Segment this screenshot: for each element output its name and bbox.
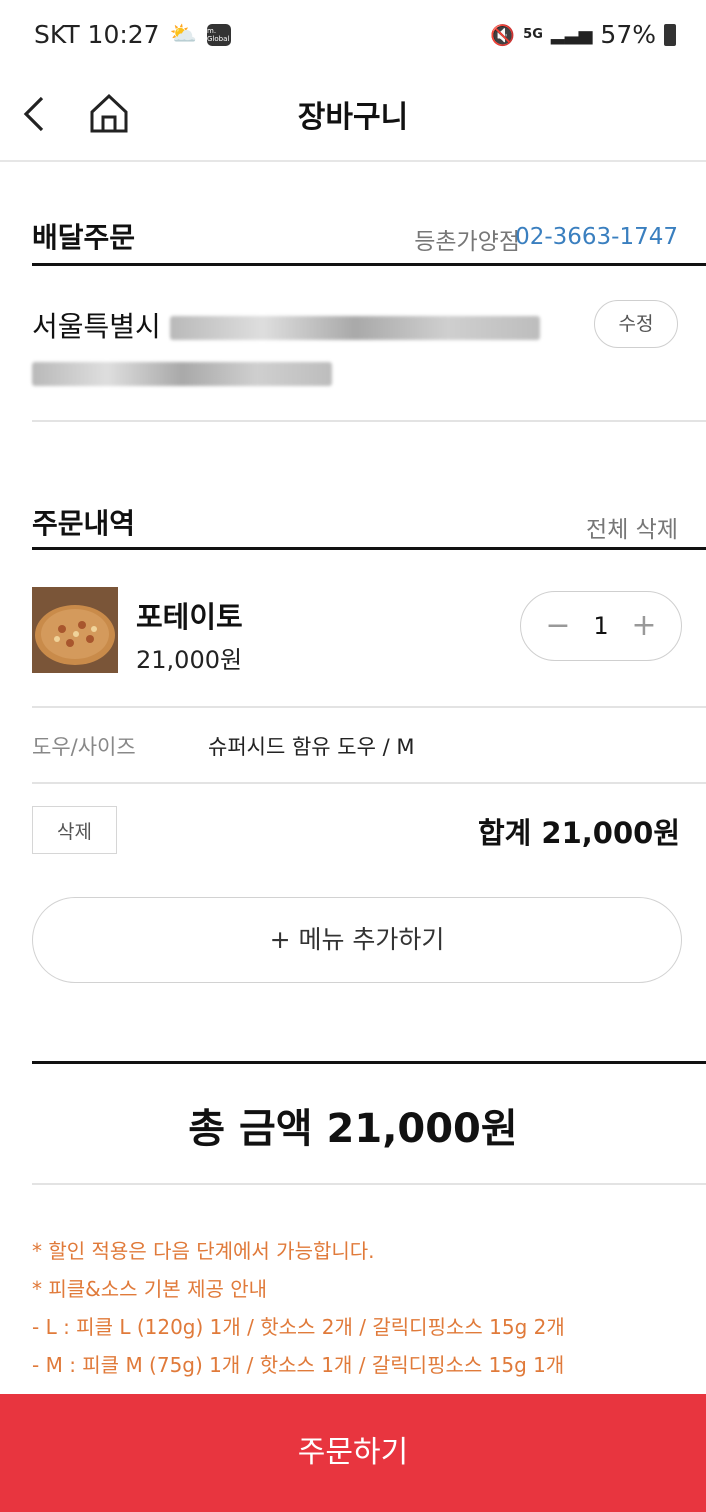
battery-level: 57% — [600, 20, 656, 49]
status-left: SKT 10:27 ⛅ m. Global — [34, 20, 231, 49]
quantity-value: 1 — [593, 612, 609, 640]
divider — [32, 547, 706, 550]
address-prefix: 서울특별시 — [32, 310, 161, 343]
item-subtotal: 합계 21,000원 — [477, 816, 680, 850]
notice-item: - M : 피클 M (75g) 1개 / 핫소스 1개 / 갈릭디핑소스 15… — [32, 1353, 565, 1377]
divider — [32, 263, 706, 266]
notice-item: - L : 피클 L (120g) 1개 / 핫소스 2개 / 갈릭디핑소스 1… — [32, 1315, 565, 1339]
app-notification-icon: m. Global — [207, 23, 231, 46]
divider — [32, 1183, 706, 1185]
address-redacted — [169, 316, 540, 340]
network-type: 5G — [523, 27, 543, 42]
carrier-time: SKT 10:27 — [34, 20, 160, 49]
option-value: 슈퍼시드 함유 도우 / M — [208, 735, 415, 759]
delete-item-button[interactable]: 삭제 — [32, 806, 117, 854]
store-name: 등촌가양점 — [414, 229, 520, 255]
pizza-image — [32, 587, 118, 673]
signal-icon: ▂▃▅ — [550, 24, 593, 45]
delivery-section-header: 배달주문 등촌가양점 02-3663-1747 — [32, 208, 706, 260]
total-amount: 총 금액 21,000원 — [188, 1106, 518, 1152]
delivery-title: 배달주문 — [32, 221, 136, 254]
app-header: 장바구니 — [0, 78, 706, 162]
page-title: 장바구니 — [297, 100, 409, 135]
item-price: 21,000원 — [136, 646, 243, 674]
order-title: 주문내역 — [32, 507, 136, 540]
order-section-header: 주문내역 전체 삭제 — [32, 494, 706, 546]
divider — [32, 706, 706, 708]
mute-icon: 🔇 — [490, 22, 516, 47]
notice-item: * 피클&소스 기본 제공 안내 — [32, 1277, 268, 1301]
order-button[interactable]: 주문하기 — [0, 1394, 706, 1512]
battery-icon — [664, 23, 676, 46]
delivery-address: 서울특별시 — [32, 304, 582, 396]
notice-item: * 할인 적용은 다음 단계에서 가능합니다. — [32, 1239, 375, 1263]
edit-address-button[interactable]: 수정 — [594, 300, 678, 348]
status-right: 🔇 5G ▂▃▅ 57% — [490, 20, 676, 49]
delete-all-button[interactable]: 전체 삭제 — [586, 510, 678, 544]
notice-list: * 할인 적용은 다음 단계에서 가능합니다. * 피클&소스 기본 제공 안내… — [32, 1232, 682, 1384]
quantity-stepper: − 1 + — [520, 591, 682, 661]
divider — [32, 420, 706, 422]
item-name: 포테이토 — [136, 600, 243, 634]
divider — [32, 782, 706, 784]
option-label: 도우/사이즈 — [32, 735, 136, 759]
weather-icon: ⛅ — [169, 22, 197, 47]
store-phone-link[interactable]: 02-3663-1747 — [515, 224, 678, 250]
divider — [32, 1061, 706, 1064]
address-redacted-line2 — [32, 362, 332, 386]
increase-button[interactable]: + — [629, 611, 659, 641]
status-bar: SKT 10:27 ⛅ m. Global 🔇 5G ▂▃▅ 57% — [0, 0, 706, 78]
decrease-button[interactable]: − — [543, 611, 573, 641]
add-menu-button[interactable]: + 메뉴 추가하기 — [32, 897, 682, 983]
